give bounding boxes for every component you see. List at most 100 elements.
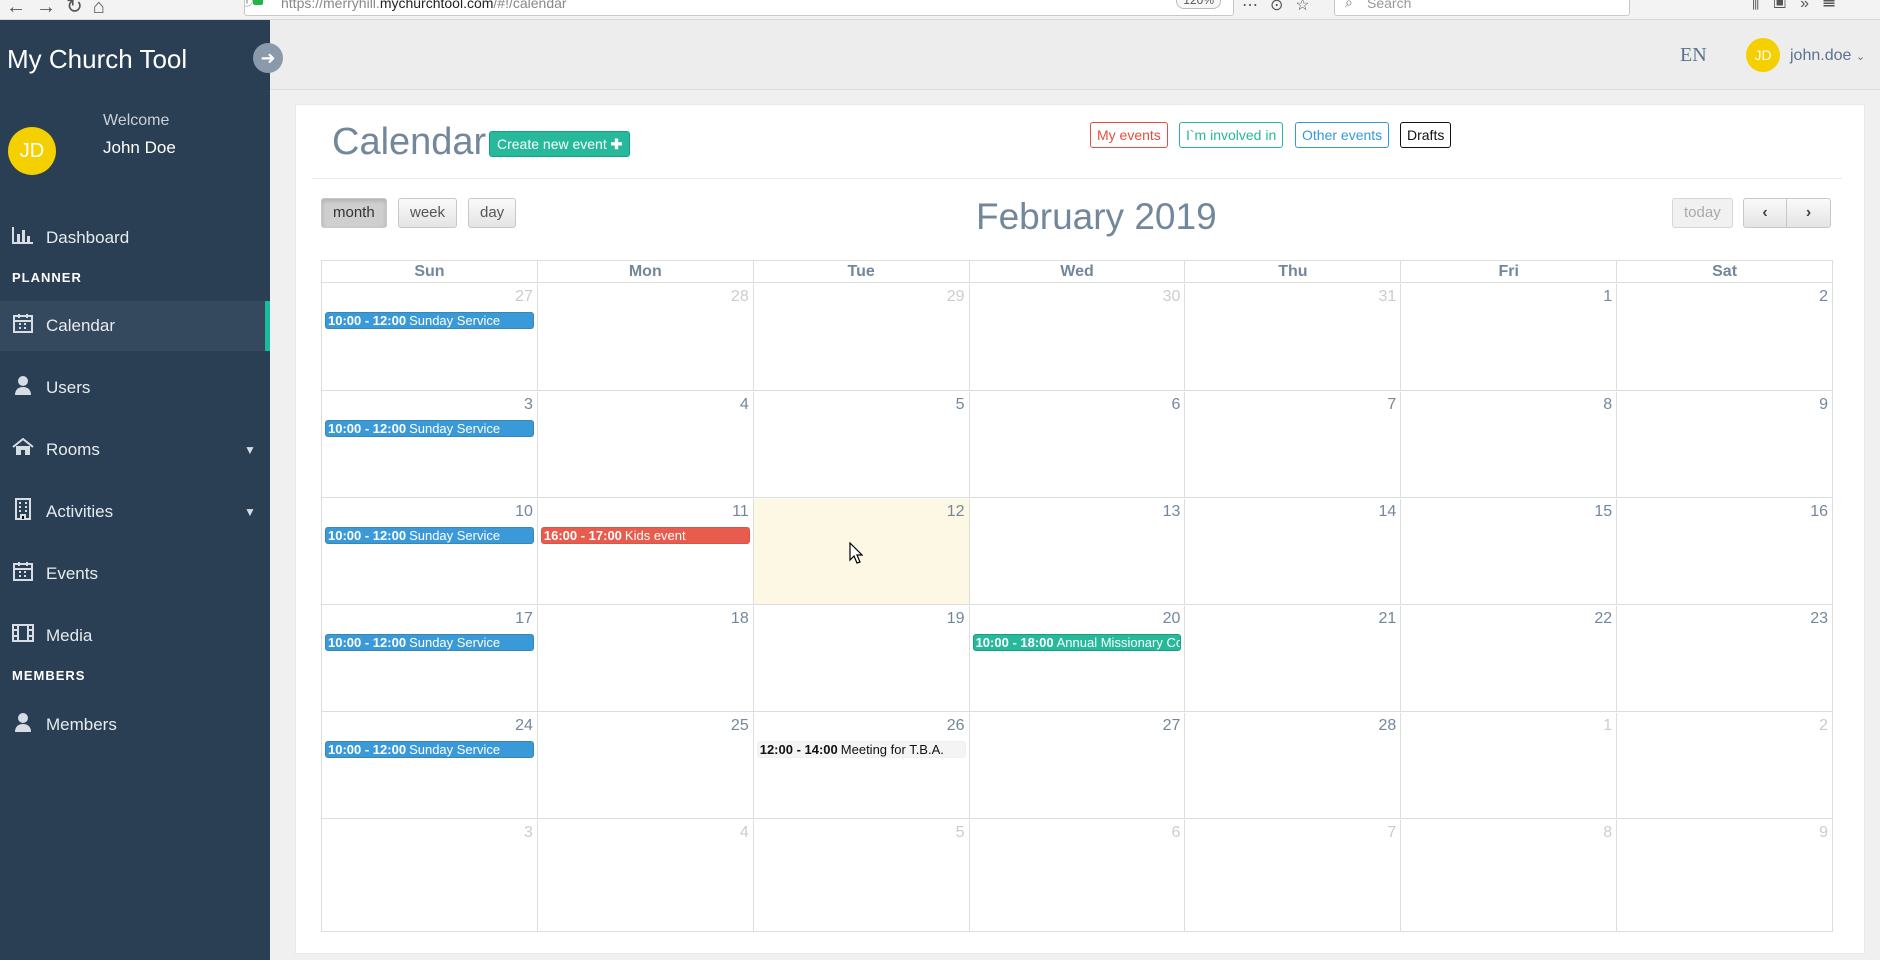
day-number[interactable]: 8 <box>1603 824 1612 842</box>
day-number[interactable]: 20 <box>1163 610 1181 628</box>
day-cell[interactable]: 1 <box>1401 284 1618 390</box>
day-cell[interactable]: 22 <box>1401 606 1618 711</box>
day-cell[interactable]: 26 12:00 - 14:00 Meeting for T.B.A. <box>754 713 970 818</box>
day-number[interactable]: 2 <box>1819 288 1828 306</box>
day-number[interactable]: 11 <box>732 503 749 521</box>
day-cell[interactable]: 2 <box>1617 713 1832 818</box>
day-number[interactable]: 16 <box>1810 503 1828 521</box>
day-cell[interactable]: 16 <box>1617 499 1832 604</box>
event-meeting-tba[interactable]: 12:00 - 14:00 Meeting for T.B.A. <box>756 741 966 758</box>
day-cell[interactable]: 24 10:00 - 12:00 Sunday Service <box>322 713 538 818</box>
day-cell[interactable]: 5 <box>754 820 970 931</box>
day-number[interactable]: 10 <box>515 503 533 521</box>
day-cell[interactable]: 1 <box>1401 713 1618 818</box>
day-cell[interactable]: 25 <box>538 713 754 818</box>
sidebar-item-calendar[interactable]: Calendar <box>0 301 270 351</box>
filter-drafts[interactable]: Drafts <box>1400 122 1452 148</box>
day-number[interactable]: 6 <box>1172 396 1181 414</box>
view-day-button[interactable]: day <box>468 198 517 228</box>
event-sunday-service[interactable]: 10:00 - 12:00 Sunday Service <box>325 741 534 758</box>
filter-other-events[interactable]: Other events <box>1295 122 1390 148</box>
day-cell[interactable]: 3 10:00 - 12:00 Sunday Service <box>322 392 538 497</box>
day-cell[interactable]: 30 <box>970 284 1186 390</box>
view-week-button[interactable]: week <box>398 198 458 228</box>
day-cell[interactable]: 28 <box>538 284 754 390</box>
day-number[interactable]: 28 <box>731 288 749 306</box>
day-cell[interactable]: 15 <box>1401 499 1618 604</box>
event-kids-event[interactable]: 16:00 - 17:00 Kids event <box>540 527 750 544</box>
browser-search-input[interactable]: ⌕ Search <box>1334 0 1630 16</box>
day-cell[interactable]: 20 10:00 - 18:00 Annual Missionary Co <box>970 606 1186 711</box>
day-cell[interactable]: 28 <box>1185 713 1402 818</box>
day-cell[interactable]: 5 <box>754 392 970 497</box>
next-month-button[interactable]: › <box>1787 198 1831 228</box>
sidebar-item-users[interactable]: Users <box>0 363 270 413</box>
day-number[interactable]: 3 <box>524 396 533 414</box>
day-cell[interactable]: 4 <box>538 820 754 931</box>
sidebar-item-media[interactable]: Media <box>0 611 270 661</box>
day-cell[interactable]: 10 10:00 - 12:00 Sunday Service <box>322 499 538 604</box>
day-cell[interactable]: 8 <box>1401 392 1618 497</box>
language-selector[interactable]: EN <box>1680 44 1707 67</box>
day-cell[interactable]: 4 <box>538 392 754 497</box>
day-number[interactable]: 9 <box>1819 396 1828 414</box>
info-icon[interactable]: ⓘ <box>245 0 253 9</box>
day-cell[interactable]: 13 <box>970 499 1186 604</box>
day-number[interactable]: 19 <box>947 610 965 628</box>
day-number[interactable]: 13 <box>1163 503 1181 521</box>
day-number[interactable]: 17 <box>515 610 533 628</box>
filter-involved[interactable]: I`m involved in <box>1179 122 1284 148</box>
day-cell[interactable]: 27 <box>970 713 1186 818</box>
url-bar[interactable]: ⓘ https://merryhill.mychurchtool.com/#!/… <box>244 0 1234 16</box>
day-cell[interactable]: 11 16:00 - 17:00 Kids event <box>538 499 754 604</box>
event-annual-missionary[interactable]: 10:00 - 18:00 Annual Missionary Co <box>972 634 1182 651</box>
day-number[interactable]: 29 <box>947 288 965 306</box>
event-sunday-service[interactable]: 10:00 - 12:00 Sunday Service <box>325 312 534 329</box>
sidebar-item-activities[interactable]: Activities ▼ <box>0 487 270 537</box>
day-cell[interactable]: 19 <box>754 606 970 711</box>
day-number[interactable]: 27 <box>1163 717 1181 735</box>
view-month-button[interactable]: month <box>321 198 387 228</box>
day-number[interactable]: 3 <box>524 824 533 842</box>
day-number[interactable]: 4 <box>740 396 749 414</box>
today-button[interactable]: today <box>1672 198 1733 228</box>
event-sunday-service[interactable]: 10:00 - 12:00 Sunday Service <box>325 527 534 544</box>
day-number[interactable]: 25 <box>731 717 749 735</box>
day-cell[interactable]: 6 <box>970 820 1186 931</box>
day-number[interactable]: 1 <box>1603 288 1612 306</box>
day-number[interactable]: 14 <box>1379 503 1397 521</box>
day-number[interactable]: 27 <box>515 288 533 306</box>
day-number[interactable]: 4 <box>740 824 749 842</box>
day-number[interactable]: 12 <box>947 503 965 521</box>
browser-menu-icons[interactable]: ⫼▣»☰ <box>1752 0 1849 13</box>
day-cell[interactable]: 29 <box>754 284 970 390</box>
day-cell[interactable]: 7 <box>1185 820 1402 931</box>
day-number[interactable]: 5 <box>956 396 965 414</box>
day-number[interactable]: 21 <box>1379 610 1397 628</box>
app-brand[interactable]: My Church Tool <box>7 44 187 75</box>
day-number[interactable]: 7 <box>1387 824 1396 842</box>
day-number[interactable]: 2 <box>1819 717 1828 735</box>
event-sunday-service[interactable]: 10:00 - 12:00 Sunday Service <box>325 634 534 651</box>
day-number[interactable]: 5 <box>956 824 965 842</box>
page-actions-icons[interactable]: ⋯⊙☆ <box>1242 0 1322 15</box>
day-cell[interactable]: 2 <box>1617 284 1832 390</box>
day-number[interactable]: 31 <box>1379 288 1397 306</box>
day-number[interactable]: 22 <box>1594 610 1612 628</box>
day-number[interactable]: 7 <box>1387 396 1396 414</box>
zoom-level[interactable]: 120% <box>1176 0 1221 9</box>
day-number[interactable]: 6 <box>1172 824 1181 842</box>
day-cell[interactable]: 21 <box>1185 606 1402 711</box>
day-number[interactable]: 23 <box>1810 610 1828 628</box>
create-event-button[interactable]: Create new event ✚ <box>489 131 631 157</box>
day-number[interactable]: 15 <box>1594 503 1612 521</box>
sidebar-item-members[interactable]: Members <box>0 700 270 750</box>
user-menu-toggle[interactable]: john.doe ⌄ <box>1790 47 1865 65</box>
day-cell[interactable]: 27 10:00 - 12:00 Sunday Service <box>322 284 538 390</box>
day-cell[interactable]: 31 <box>1185 284 1402 390</box>
sidebar-item-dashboard[interactable]: Dashboard <box>0 213 270 263</box>
sidebar-collapse-button[interactable]: ➜ <box>253 43 283 73</box>
day-number[interactable]: 18 <box>731 610 749 628</box>
day-number[interactable]: 30 <box>1163 288 1181 306</box>
day-cell[interactable]: 17 10:00 - 12:00 Sunday Service <box>322 606 538 711</box>
